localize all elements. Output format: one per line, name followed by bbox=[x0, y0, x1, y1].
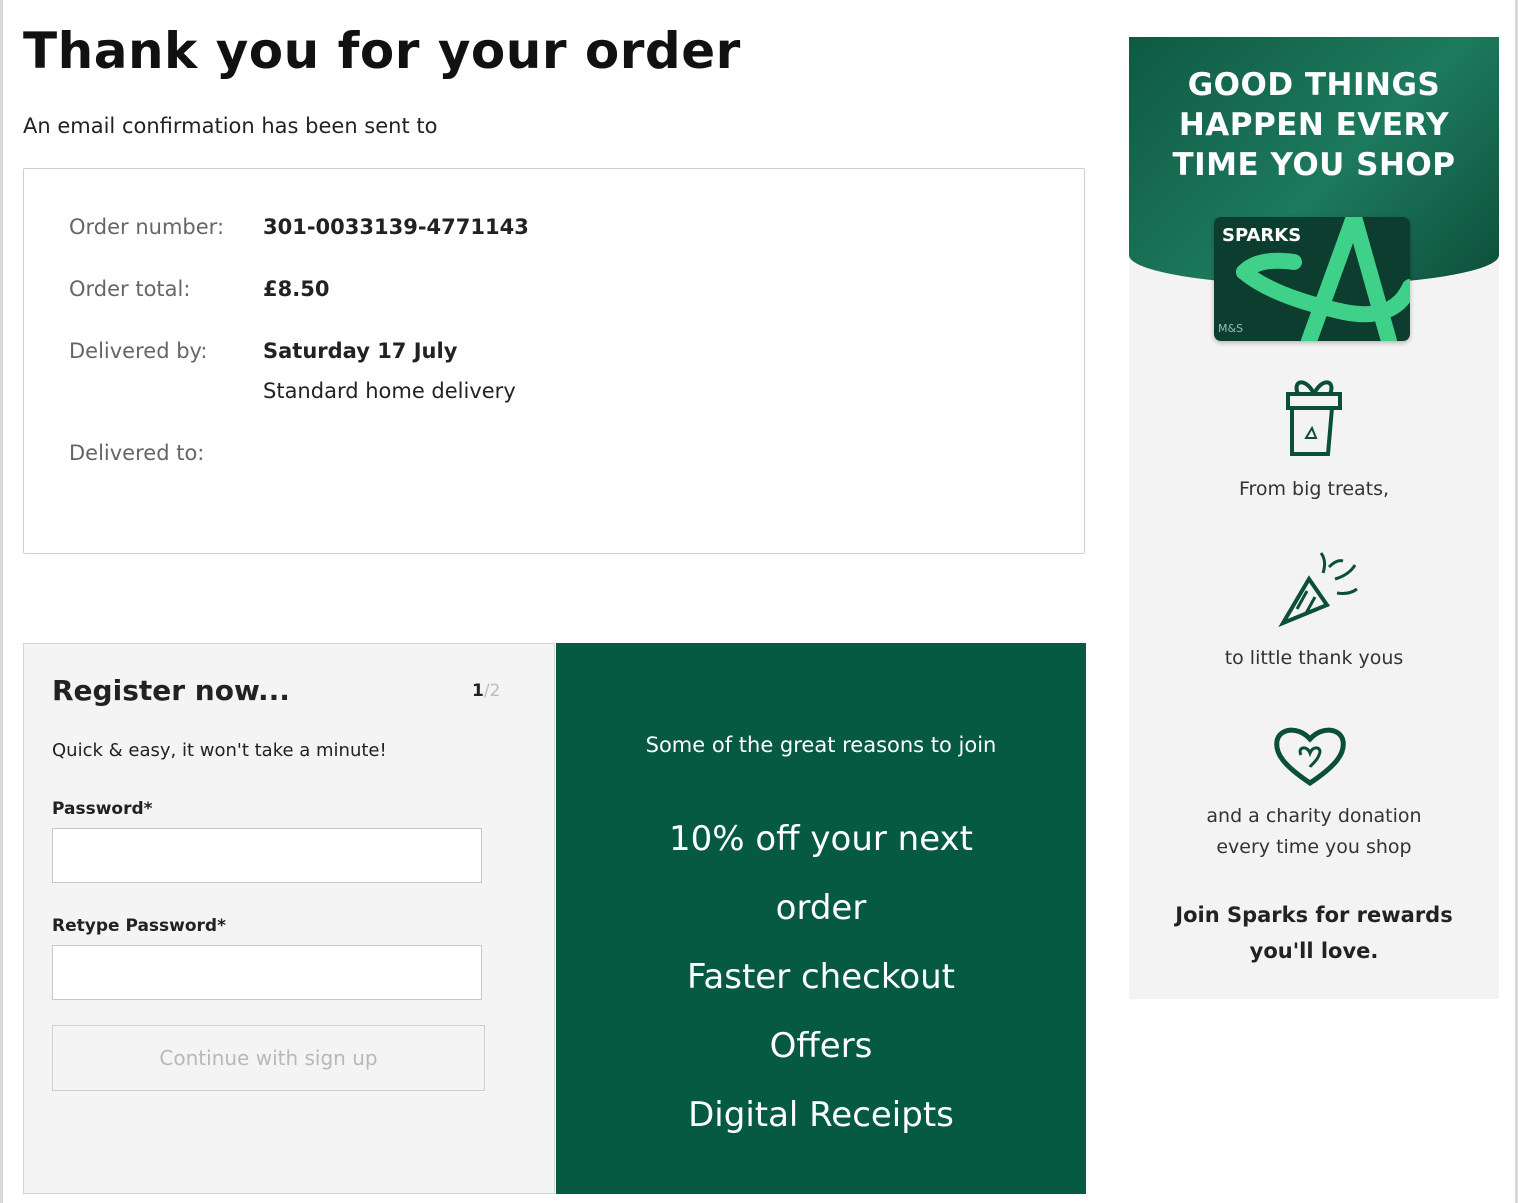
party-popper-icon bbox=[1278, 552, 1358, 628]
page-title: Thank you for your order bbox=[23, 22, 741, 80]
step-indicator: 1/2 bbox=[472, 681, 500, 701]
benefit-charity-line2: every time you shop bbox=[1216, 836, 1412, 858]
continue-signup-button[interactable]: Continue with sign up bbox=[52, 1025, 485, 1091]
reason-item: Offers bbox=[769, 1026, 873, 1066]
join-sparks-text: Join Sparks for rewards you'll love. bbox=[1149, 897, 1479, 969]
register-panel: Register now... 1/2 Quick & easy, it won… bbox=[23, 643, 555, 1194]
password-label: Password* bbox=[52, 799, 153, 819]
benefit-thank-yous: to little thank yous bbox=[1224, 647, 1404, 669]
sparks-card-ms: M&S bbox=[1218, 322, 1244, 335]
delivery-method: Standard home delivery bbox=[263, 379, 516, 403]
step-current: 1 bbox=[472, 681, 484, 701]
reasons-intro: Some of the great reasons to join bbox=[645, 733, 997, 757]
order-number-value: 301-0033139-4771143 bbox=[263, 215, 529, 239]
email-confirmation-text: An email confirmation has been sent to bbox=[23, 114, 438, 138]
sparks-banner[interactable]: GOOD THINGS HAPPEN EVERY TIME YOU SHOP S… bbox=[1129, 37, 1499, 999]
benefit-big-treats: From big treats, bbox=[1238, 478, 1390, 500]
delivered-to-label: Delivered to: bbox=[69, 441, 205, 465]
gift-icon bbox=[1286, 380, 1342, 456]
order-total-value: £8.50 bbox=[263, 277, 330, 301]
benefit-charity-line1: and a charity donation bbox=[1206, 805, 1422, 827]
heart-icon bbox=[1274, 727, 1346, 787]
reason-item: order bbox=[775, 888, 867, 928]
join-line-1: Join Sparks for rewards bbox=[1175, 903, 1453, 927]
order-total-label: Order total: bbox=[69, 277, 191, 301]
reason-item: Faster checkout bbox=[686, 957, 956, 997]
retype-password-label: Retype Password* bbox=[52, 916, 226, 936]
register-subtitle: Quick & easy, it won't take a minute! bbox=[52, 740, 387, 761]
sparks-card: SPARKS M&S bbox=[1214, 217, 1410, 341]
reasons-panel: Some of the great reasons to join 10% of… bbox=[556, 643, 1086, 1194]
sparks-headline: GOOD THINGS HAPPEN EVERY TIME YOU SHOP bbox=[1172, 67, 1456, 183]
step-total: /2 bbox=[483, 681, 501, 701]
reasons-list: 10% off your next order Faster checkout … bbox=[556, 805, 1086, 1150]
join-line-2: you'll love. bbox=[1249, 939, 1379, 963]
delivered-by-label: Delivered by: bbox=[69, 339, 208, 363]
password-input[interactable] bbox=[52, 828, 482, 883]
register-title: Register now... bbox=[52, 674, 290, 707]
sparks-card-brand: SPARKS bbox=[1222, 225, 1302, 246]
reason-item: Digital Receipts bbox=[688, 1095, 954, 1135]
reason-item: 10% off your next bbox=[669, 819, 973, 859]
retype-password-input[interactable] bbox=[52, 945, 482, 1000]
delivery-date: Saturday 17 July bbox=[263, 339, 458, 363]
order-number-label: Order number: bbox=[69, 215, 225, 239]
order-summary: Order number: 301-0033139-4771143 Order … bbox=[23, 168, 1085, 554]
